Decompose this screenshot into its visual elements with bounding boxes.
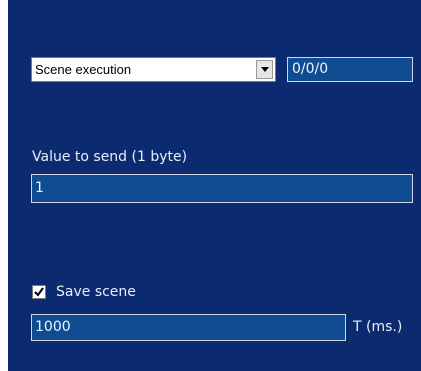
scene-type-dropdown[interactable]: Scene execution (31, 57, 276, 82)
chevron-down-icon (260, 67, 269, 72)
group-address-value: 0/0/0 (292, 61, 329, 77)
time-unit-label: T (ms.) (353, 319, 403, 335)
save-scene-label: Save scene (56, 284, 136, 300)
dropdown-arrow-button[interactable] (256, 60, 273, 79)
group-address-field[interactable]: 0/0/0 (287, 57, 413, 82)
checkmark-icon (34, 287, 44, 297)
save-scene-checkbox[interactable] (32, 285, 46, 299)
time-ms-value: 1000 (35, 319, 71, 335)
value-to-send-input[interactable]: 1 (31, 174, 413, 203)
value-to-send-value: 1 (35, 180, 44, 196)
scene-type-selected-value: Scene execution (35, 62, 132, 77)
value-to-send-label: Value to send (1 byte) (32, 149, 188, 165)
time-ms-input[interactable]: 1000 (31, 314, 346, 341)
